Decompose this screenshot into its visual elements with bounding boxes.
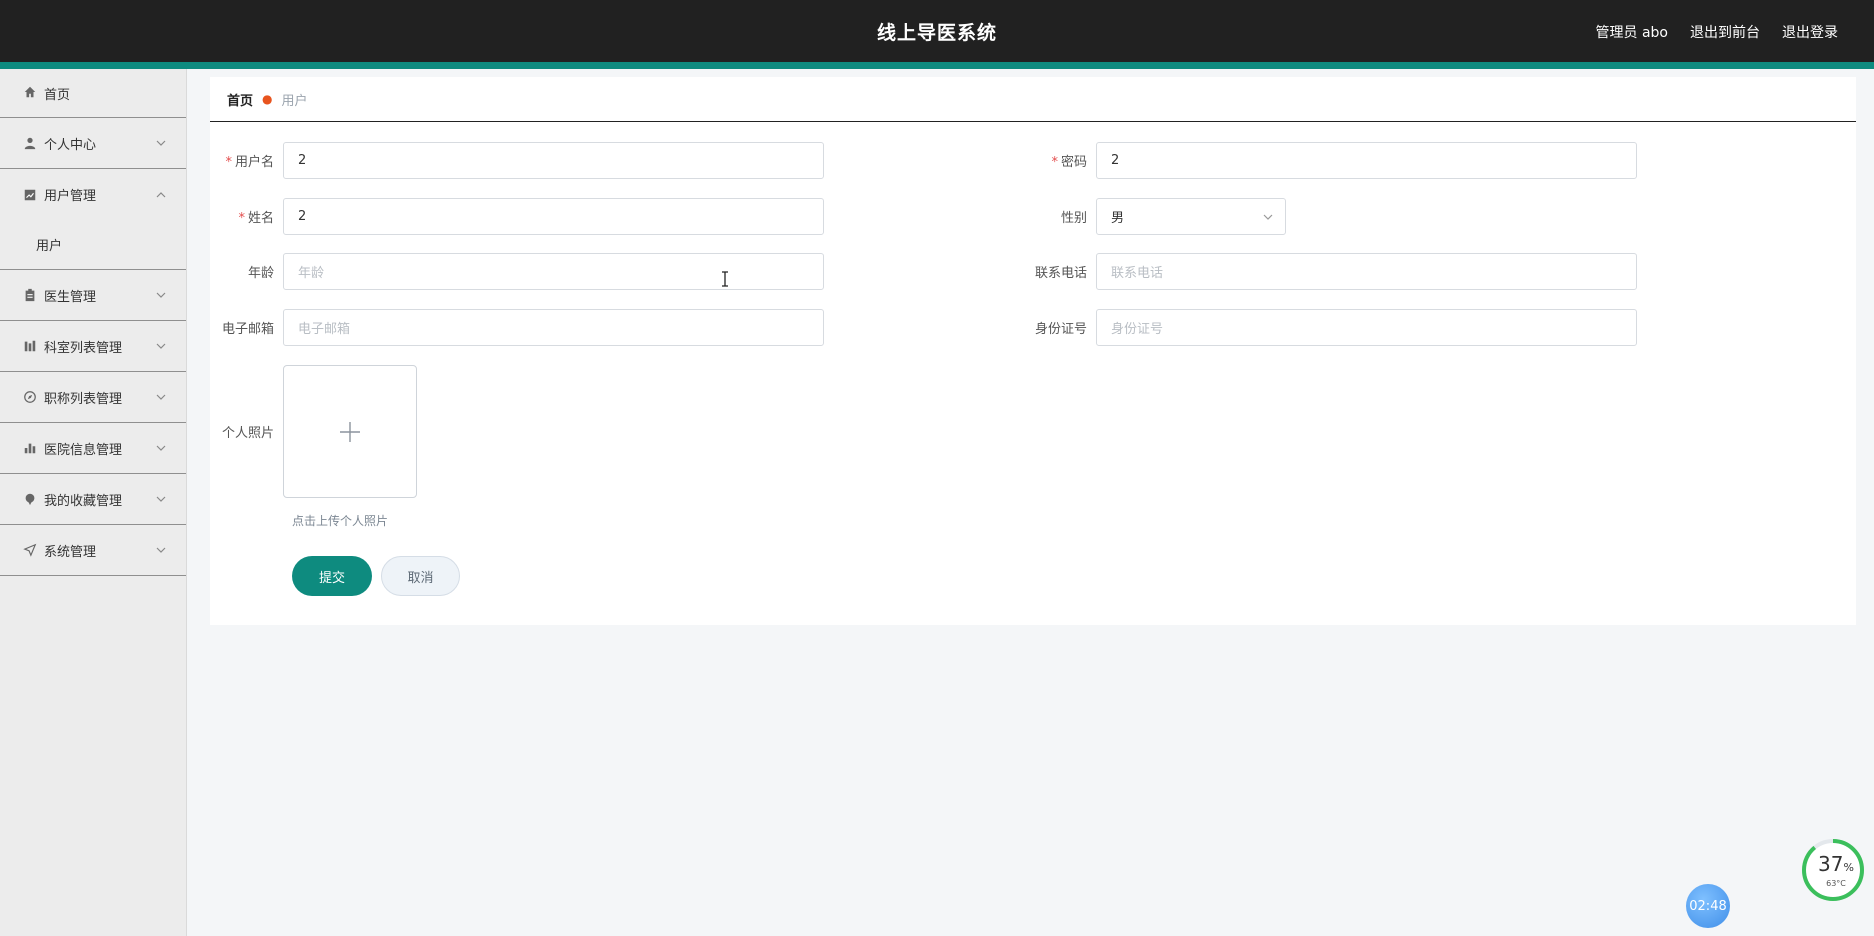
sidebar-item-title-list[interactable]: 职称列表管理 [0, 372, 186, 423]
chevron-down-icon [156, 343, 166, 349]
phone-label: 联系电话 [1034, 266, 1087, 281]
name-input[interactable]: 2 [283, 198, 824, 235]
email-row: 电子邮箱 电子邮箱 [210, 309, 824, 346]
header-actions: 管理员 abo 退出到前台 退出登录 [1596, 22, 1838, 42]
gauge-temperature: 63°C [1826, 879, 1846, 888]
sidebar-item-label: 我的收藏管理 [44, 493, 123, 509]
sidebar-item-label: 用户管理 [44, 189, 97, 204]
bar-chart-icon [22, 440, 38, 456]
chevron-down-icon [156, 547, 166, 553]
sidebar-item-department[interactable]: 科室列表管理 [0, 321, 186, 372]
sidebar-item-label: 首页 [44, 88, 71, 103]
chevron-down-icon [1263, 214, 1273, 220]
admin-user-label[interactable]: 管理员 abo [1596, 22, 1668, 42]
idcard-row: 身份证号 身份证号 [1023, 309, 1637, 346]
gauge-value: 37% [1818, 852, 1854, 876]
name-label: * 姓名 [238, 211, 274, 226]
idcard-label: 身份证号 [1034, 322, 1087, 337]
app-title: 线上导医系统 [876, 22, 997, 44]
username-input[interactable]: 2 [283, 142, 824, 179]
sidebar-item-label: 医生管理 [44, 289, 97, 305]
chevron-up-icon [156, 191, 166, 197]
clock-widget[interactable]: 02:48 [1686, 884, 1730, 928]
password-input[interactable]: 2 [1096, 142, 1637, 179]
password-label: * 密码 [1051, 155, 1087, 170]
breadcrumb-current: 用户 [281, 93, 308, 109]
sidebar-item-home[interactable]: 首页 [0, 69, 186, 118]
cancel-button[interactable]: 取消 [381, 556, 460, 596]
email-label: 电子邮箱 [221, 322, 274, 337]
chart-icon [22, 187, 38, 203]
send-icon [22, 542, 38, 558]
bars-icon [22, 338, 38, 354]
submit-button[interactable]: 提交 [292, 556, 372, 596]
chevron-down-icon [156, 394, 166, 400]
chevron-down-icon [156, 292, 166, 298]
breadcrumb: 首页 ● 用户 [210, 77, 1856, 122]
photo-upload-hint: 点击上传个人照片 [292, 514, 389, 528]
name-row: * 姓名 2 [210, 198, 824, 235]
phone-input[interactable]: 联系电话 [1096, 253, 1637, 290]
breadcrumb-home[interactable]: 首页 [227, 90, 253, 109]
gender-row: 性别 男 [1023, 198, 1286, 235]
sidebar-item-personal[interactable]: 个人中心 [0, 118, 186, 169]
top-header: 线上导医系统 管理员 abo 退出到前台 退出登录 [0, 0, 1874, 69]
chevron-down-icon [156, 496, 166, 502]
idcard-input[interactable]: 身份证号 [1096, 309, 1637, 346]
home-icon [22, 84, 38, 100]
sidebar-item-doctor[interactable]: 医生管理 [0, 270, 186, 321]
text-cursor-icon [722, 271, 728, 287]
username-label: * 用户名 [225, 155, 274, 170]
sidebar: 首页 个人中心 用户管理 用户 医生管理 科室列表管理 职称列表管理 医院信息管… [0, 69, 187, 936]
photo-upload-box[interactable] [283, 365, 417, 498]
email-input[interactable]: 电子邮箱 [283, 309, 824, 346]
clipboard-icon [22, 287, 38, 303]
plus-icon [340, 421, 360, 442]
sidebar-item-system[interactable]: 系统管理 [0, 525, 186, 576]
gender-label: 性别 [1060, 211, 1087, 226]
sidebar-item-label: 医院信息管理 [44, 442, 123, 458]
photo-label: 个人照片 [221, 426, 274, 441]
sidebar-item-label: 职称列表管理 [44, 391, 123, 407]
pin-icon [22, 491, 38, 507]
age-label: 年龄 [247, 266, 274, 281]
back-to-front-link[interactable]: 退出到前台 [1690, 22, 1760, 42]
sidebar-item-label: 科室列表管理 [44, 340, 123, 356]
phone-row: 联系电话 联系电话 [1023, 253, 1637, 290]
user-icon [22, 135, 38, 151]
password-row: * 密码 2 [1023, 142, 1637, 179]
main-panel: 首页 ● 用户 * 用户名 2 * 密码 2 * 姓名 2 性别 男 年龄 年龄 联系… [210, 77, 1856, 625]
compass-icon [22, 389, 38, 405]
username-row: * 用户名 2 [210, 142, 824, 179]
sidebar-item-user-management[interactable]: 用户管理 [0, 169, 186, 220]
chevron-down-icon [156, 445, 166, 451]
logout-link[interactable]: 退出登录 [1782, 22, 1838, 42]
gender-select[interactable]: 男 [1096, 198, 1286, 235]
sidebar-item-favorites[interactable]: 我的收藏管理 [0, 474, 186, 525]
photo-row: 个人照片 [210, 365, 417, 498]
sidebar-item-label: 系统管理 [44, 544, 97, 560]
age-row: 年龄 年龄 [210, 253, 824, 290]
sidebar-item-hospital-info[interactable]: 医院信息管理 [0, 423, 186, 474]
age-input[interactable]: 年龄 [283, 253, 824, 290]
sidebar-item-label: 个人中心 [44, 137, 97, 153]
breadcrumb-separator-icon: ● [262, 92, 273, 106]
chevron-down-icon [156, 140, 166, 146]
sidebar-subitem-user[interactable]: 用户 [0, 220, 186, 270]
